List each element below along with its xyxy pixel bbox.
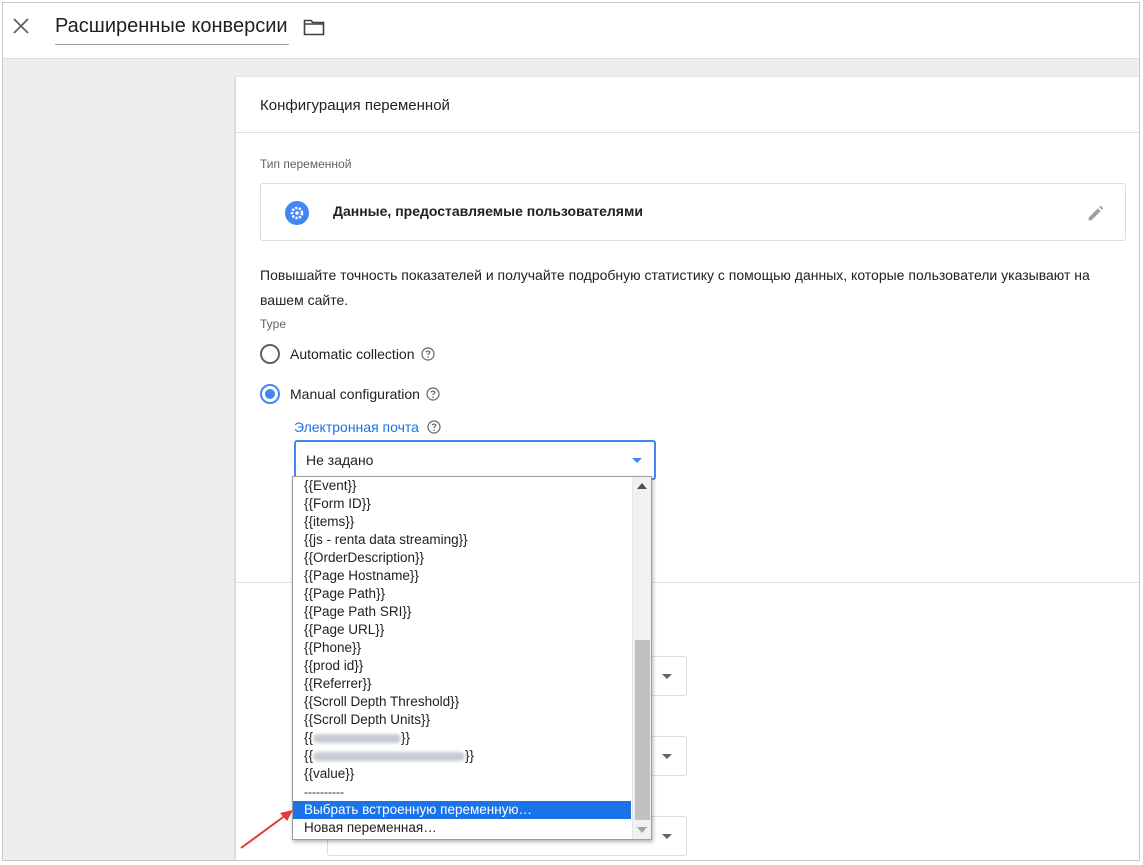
help-icon[interactable] (426, 387, 440, 401)
dropdown-option[interactable]: {{Scroll Depth Threshold}} (293, 693, 631, 711)
radio-manual-configuration[interactable]: Manual configuration (260, 382, 440, 406)
dropdown-option-redacted[interactable]: {{}} (293, 729, 631, 747)
brace-close: }} (465, 748, 475, 763)
email-select[interactable]: Не задано (294, 440, 656, 480)
dropdown-separator: ---------- (304, 785, 344, 799)
radio-button-checked[interactable] (260, 384, 280, 404)
dropdown-option[interactable]: {{Event}} (293, 477, 631, 495)
dropdown-option[interactable]: {{Page Path SRI}} (293, 603, 631, 621)
email-select-value: Не задано (306, 452, 374, 468)
chevron-down-icon (662, 834, 672, 839)
dropdown-scrollbar[interactable] (632, 477, 651, 839)
brace-close: }} (401, 730, 411, 745)
dropdown-option[interactable]: {{Phone}} (293, 639, 631, 657)
dropdown-option-redacted[interactable]: {{}} (293, 747, 631, 765)
variable-name-title[interactable]: Расширенные конверсии (55, 15, 289, 45)
description-text: Повышайте точность показателей и получай… (260, 267, 1090, 308)
dropdown-option-builtin-variable[interactable]: Выбрать встроенную переменную… (293, 801, 631, 819)
dropdown-option[interactable]: {{Scroll Depth Units}} (293, 711, 631, 729)
dropdown-option[interactable]: {{Form ID}} (293, 495, 631, 513)
scroll-up-arrow-icon[interactable] (637, 483, 647, 489)
scroll-down-arrow-icon[interactable] (637, 827, 647, 833)
dropdown-option[interactable]: {{value}} (293, 765, 631, 783)
redacted-text (313, 751, 466, 761)
variable-type-label: Тип переменной (260, 157, 352, 171)
dropdown-option[interactable]: {{OrderDescription}} (293, 549, 631, 567)
chevron-down-icon (632, 458, 642, 463)
close-icon[interactable] (9, 14, 33, 38)
dropdown-option[interactable]: {{Referrer}} (293, 675, 631, 693)
gear-icon (285, 201, 309, 225)
radio-label: Manual configuration (290, 386, 420, 402)
dropdown-option-new-variable[interactable]: Новая переменная… (293, 819, 631, 837)
dropdown-option[interactable]: {{items}} (293, 513, 631, 531)
radio-automatic-collection[interactable]: Automatic collection (260, 342, 435, 366)
dropdown-option[interactable]: {{prod id}} (293, 657, 631, 675)
help-icon[interactable] (427, 420, 441, 434)
variable-dropdown-list[interactable]: {{Event}} {{Form ID}} {{items}} {{js - r… (292, 476, 652, 840)
dropdown-option[interactable]: {{Page Hostname}} (293, 567, 631, 585)
radio-label: Automatic collection (290, 346, 415, 362)
radio-button[interactable] (260, 344, 280, 364)
dropdown-option[interactable]: {{Page URL}} (293, 621, 631, 639)
email-label-text: Электронная почта (294, 419, 419, 435)
chevron-down-icon (662, 754, 672, 759)
variable-type-name: Данные, предоставляемые пользователями (333, 203, 643, 219)
top-bar: Расширенные конверсии (3, 3, 1139, 59)
pencil-icon[interactable] (1085, 202, 1107, 224)
help-icon[interactable] (420, 347, 435, 361)
dropdown-option[interactable]: {{js - renta data streaming}} (293, 531, 631, 549)
scrollbar-thumb[interactable] (635, 640, 650, 820)
dropdown-options: {{Event}} {{Form ID}} {{items}} {{js - r… (293, 477, 631, 837)
brace-open: {{ (304, 748, 314, 763)
card-heading: Конфигурация переменной (236, 77, 1139, 133)
redacted-text (313, 733, 402, 743)
dropdown-option[interactable]: {{Page Path}} (293, 585, 631, 603)
email-field-label: Электронная почта (294, 419, 441, 435)
type-label: Type (260, 317, 287, 331)
annotation-arrow-icon (240, 810, 293, 849)
folder-icon[interactable] (303, 17, 325, 37)
variable-type-box[interactable]: Данные, предоставляемые пользователями (260, 183, 1126, 241)
brace-open: {{ (304, 730, 314, 745)
chevron-down-icon (662, 674, 672, 679)
